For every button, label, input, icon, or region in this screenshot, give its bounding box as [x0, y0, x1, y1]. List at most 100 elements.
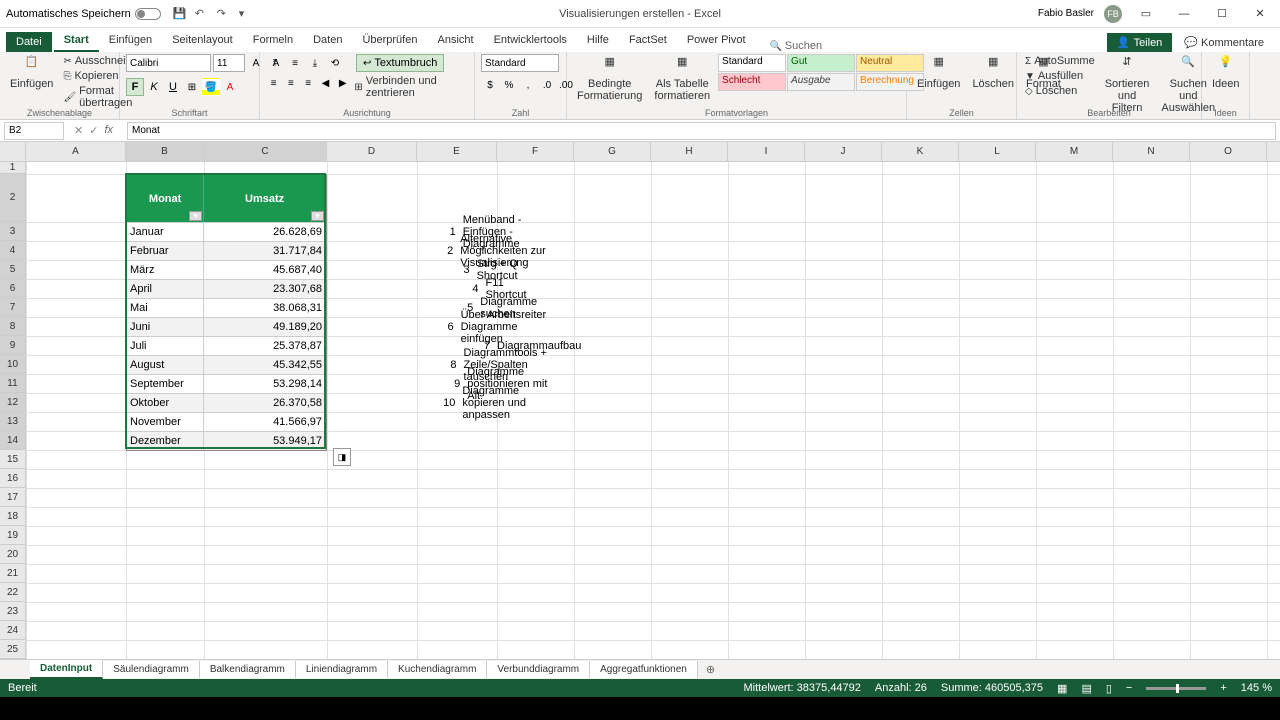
ribbon-options-icon[interactable]: ▭: [1132, 4, 1160, 24]
fill-button[interactable]: ▼ Ausfüllen: [1023, 69, 1097, 83]
note-number[interactable]: 3: [417, 260, 474, 279]
table-cell[interactable]: 26.628,69: [204, 222, 326, 241]
column-header[interactable]: L: [959, 142, 1036, 161]
table-cell[interactable]: 41.566,97: [204, 412, 326, 431]
row-header[interactable]: 24: [0, 621, 25, 640]
paste-button[interactable]: 📋Einfügen: [6, 54, 57, 92]
sheet-tab[interactable]: Balkendiagramm: [200, 661, 296, 678]
row-header[interactable]: 3: [0, 222, 25, 241]
close-icon[interactable]: ✕: [1246, 4, 1274, 24]
zoom-in-icon[interactable]: +: [1220, 682, 1226, 694]
row-header[interactable]: 8: [0, 317, 25, 336]
fill-color-button[interactable]: 🪣: [202, 78, 220, 96]
sheet-tab[interactable]: Säulendiagramm: [103, 661, 200, 678]
enter-icon[interactable]: ✓: [89, 124, 98, 137]
save-icon[interactable]: 💾: [173, 7, 187, 21]
table-cell[interactable]: 26.370,58: [204, 393, 326, 412]
column-header[interactable]: I: [728, 142, 805, 161]
table-cell[interactable]: Januar: [127, 222, 204, 241]
tab-seitenlayout[interactable]: Seitenlayout: [162, 30, 243, 52]
note-text[interactable]: Über Arbeitsreiter Diagramme einfügen: [458, 317, 557, 336]
formula-bar[interactable]: [127, 122, 1276, 140]
underline-button[interactable]: U: [164, 78, 182, 96]
tab-formeln[interactable]: Formeln: [243, 30, 303, 52]
select-all-corner[interactable]: [0, 142, 26, 162]
sheet-tab[interactable]: Kuchendiagramm: [388, 661, 487, 678]
table-header[interactable]: Monat▼: [127, 175, 204, 222]
tab-entwicklertools[interactable]: Entwicklertools: [484, 30, 577, 52]
table-cell[interactable]: September: [127, 374, 204, 393]
row-header[interactable]: 11: [0, 374, 25, 393]
column-header[interactable]: M: [1036, 142, 1113, 161]
search-label[interactable]: Suchen: [785, 40, 822, 52]
indent-inc-icon[interactable]: ▶: [335, 74, 350, 92]
ideas-button[interactable]: 💡Ideen: [1208, 54, 1244, 92]
font-select[interactable]: [126, 54, 211, 72]
note-text[interactable]: Diagramme kopieren und anpassen: [459, 393, 554, 412]
merge-button[interactable]: ⊞ Verbinden und zentrieren: [352, 74, 468, 100]
user-avatar[interactable]: FB: [1104, 5, 1122, 23]
row-header[interactable]: 2: [0, 174, 25, 222]
worksheet-grid[interactable]: Monat▼Umsatz▼Januar26.628,69Februar31.71…: [26, 162, 1280, 659]
undo-icon[interactable]: ↶: [195, 7, 209, 21]
row-header[interactable]: 4: [0, 241, 25, 260]
tab-einfügen[interactable]: Einfügen: [99, 30, 162, 52]
percent-icon[interactable]: %: [500, 76, 518, 94]
tab-factset[interactable]: FactSet: [619, 30, 677, 52]
sort-filter-button[interactable]: ⇵Sortieren und Filtern: [1101, 54, 1154, 116]
column-header[interactable]: N: [1113, 142, 1190, 161]
tab-file[interactable]: Datei: [6, 32, 52, 52]
table-cell[interactable]: 23.307,68: [204, 279, 326, 298]
table-cell[interactable]: 45.342,55: [204, 355, 326, 374]
row-header[interactable]: 20: [0, 545, 25, 564]
add-sheet-icon[interactable]: ⊕: [698, 660, 723, 679]
filter-arrow-icon[interactable]: ▼: [311, 211, 324, 221]
row-header[interactable]: 1: [0, 162, 25, 174]
align-center-icon[interactable]: ≡: [283, 74, 298, 92]
quick-analysis-icon[interactable]: ◨: [333, 448, 351, 466]
delete-cells-button[interactable]: ▦Löschen: [968, 54, 1018, 92]
share-button[interactable]: 👤 Teilen: [1107, 33, 1172, 52]
clear-button[interactable]: ◇ Löschen: [1023, 84, 1097, 98]
font-size-select[interactable]: [213, 54, 245, 72]
row-header[interactable]: 23: [0, 602, 25, 621]
indent-dec-icon[interactable]: ◀: [318, 74, 333, 92]
column-header[interactable]: D: [327, 142, 417, 161]
note-number[interactable]: 6: [417, 317, 458, 336]
tab-hilfe[interactable]: Hilfe: [577, 30, 619, 52]
view-pagebreak-icon[interactable]: ▯: [1106, 682, 1112, 695]
row-header[interactable]: 25: [0, 640, 25, 659]
table-cell[interactable]: 45.687,40: [204, 260, 326, 279]
align-right-icon[interactable]: ≡: [301, 74, 316, 92]
view-layout-icon[interactable]: ▤: [1081, 682, 1091, 695]
customize-icon[interactable]: ▾: [239, 7, 253, 21]
align-middle-icon[interactable]: ≡: [286, 54, 304, 72]
column-header[interactable]: B: [126, 142, 204, 161]
column-header[interactable]: O: [1190, 142, 1267, 161]
column-header[interactable]: A: [26, 142, 126, 161]
row-header[interactable]: 9: [0, 336, 25, 355]
sheet-tab[interactable]: Verbunddiagramm: [487, 661, 590, 678]
table-cell[interactable]: Dezember: [127, 431, 204, 450]
sheet-tab[interactable]: Aggregatfunktionen: [590, 661, 698, 678]
table-cell[interactable]: April: [127, 279, 204, 298]
zoom-out-icon[interactable]: −: [1126, 682, 1132, 694]
row-header[interactable]: 21: [0, 564, 25, 583]
comma-icon[interactable]: ,: [519, 76, 537, 94]
table-cell[interactable]: 49.189,20: [204, 317, 326, 336]
table-cell[interactable]: Februar: [127, 241, 204, 260]
name-box[interactable]: [4, 122, 64, 140]
row-header[interactable]: 14: [0, 431, 25, 450]
table-cell[interactable]: 53.949,17: [204, 431, 326, 450]
sheet-tab[interactable]: DatenInput: [30, 660, 103, 679]
note-number[interactable]: 8: [417, 355, 461, 374]
align-bottom-icon[interactable]: ⤓: [306, 54, 324, 72]
zoom-level[interactable]: 145 %: [1241, 682, 1272, 694]
conditional-format-button[interactable]: ▦Bedingte Formatierung: [573, 54, 646, 104]
column-header[interactable]: G: [574, 142, 651, 161]
style-standard[interactable]: Standard: [718, 54, 786, 72]
table-cell[interactable]: Oktober: [127, 393, 204, 412]
column-header[interactable]: F: [497, 142, 574, 161]
bold-button[interactable]: F: [126, 78, 144, 96]
style-ausgabe[interactable]: Ausgabe: [787, 73, 855, 91]
